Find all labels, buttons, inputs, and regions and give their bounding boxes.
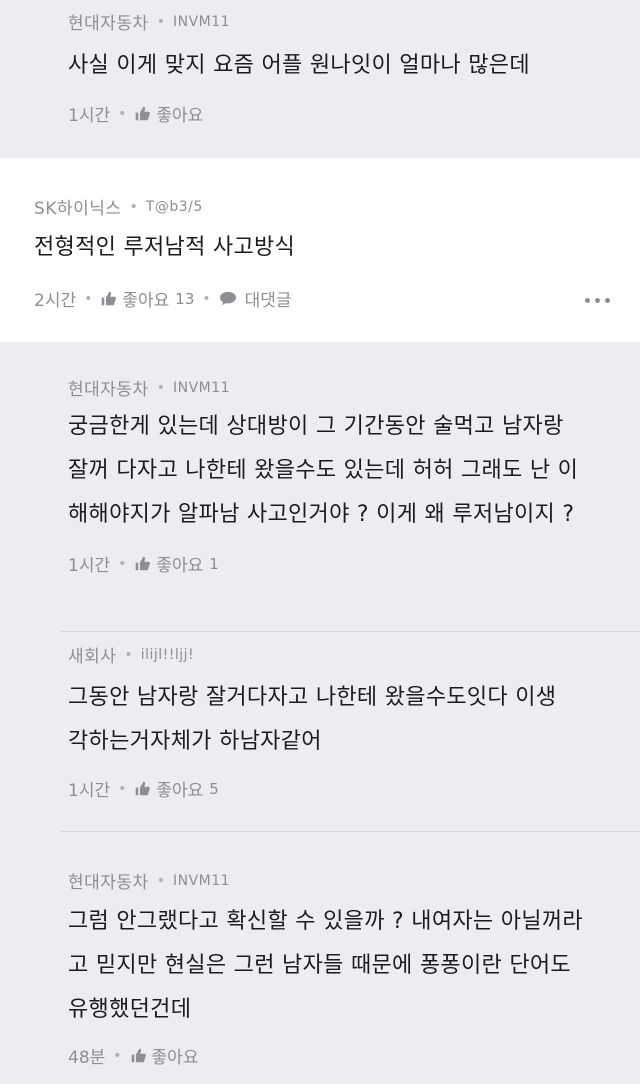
like-button[interactable]: 좋아요 13 — [100, 286, 194, 311]
timestamp: 1시간 — [68, 781, 111, 801]
comment-text: 전형적인 루저남적 사고방식 — [34, 235, 296, 260]
like-button[interactable]: 좋아요 5 — [134, 776, 219, 801]
nickname[interactable]: INVM11 — [173, 380, 230, 396]
company-name[interactable]: 현대자동차 — [68, 868, 149, 893]
like-label: 좋아요 — [151, 1048, 199, 1068]
like-button[interactable]: 좋아요 1 — [134, 551, 219, 576]
like-button[interactable]: 좋아요 — [130, 1043, 199, 1068]
company-name[interactable]: SK하이닉스 — [34, 194, 122, 219]
like-button[interactable]: 좋아요 — [134, 101, 203, 126]
like-label: 좋아요 — [122, 291, 170, 311]
like-count: 13 — [175, 289, 195, 308]
nickname[interactable]: ilijl!!ljj! — [141, 647, 194, 663]
like-count: 1 — [209, 554, 219, 573]
thumbs-up-icon — [136, 781, 151, 796]
company-name[interactable]: 현대자동차 — [68, 9, 149, 34]
separator-dot: • — [156, 872, 165, 889]
comment-actions: 1시간 • 좋아요 — [68, 101, 203, 127]
timestamp: 1시간 — [68, 556, 111, 576]
comment-text: 그동안 남자랑 잘거다자고 나한테 왔을수도잇다 이생 각하는거자체가 하남자같… — [68, 685, 557, 754]
like-label: 좋아요 — [156, 556, 204, 576]
comment-meta: SK하이닉스 • T@b3/5 — [34, 194, 203, 220]
comment-text: 궁금한게 있는데 상대방이 그 기간동안 술먹고 남자랑 잘꺼 다자고 나한테 … — [68, 414, 579, 527]
like-label: 좋아요 — [156, 106, 204, 126]
reply-comment: 현대자동차 • INVM11 궁금한게 있는데 상대방이 그 기간동안 술먹고 … — [0, 342, 640, 632]
thumbs-up-icon — [136, 556, 151, 571]
separator-dot: • — [113, 1047, 122, 1064]
comment-meta: 현대자동차 • INVM11 — [68, 868, 230, 894]
comment-actions: 1시간 • 좋아요 5 — [68, 776, 219, 802]
separator-dot: • — [124, 646, 133, 663]
main-comment: SK하이닉스 • T@b3/5 전형적인 루저남적 사고방식 2시간 • 좋아요… — [0, 158, 640, 342]
reply-button[interactable]: 대댓글 — [219, 286, 292, 311]
like-label: 좋아요 — [156, 781, 204, 801]
separator-dot: • — [156, 13, 165, 30]
comment-meta: 현대자동차 • INVM11 — [68, 375, 230, 401]
separator-dot: • — [118, 105, 127, 122]
comment-actions: 1시간 • 좋아요 1 — [68, 551, 219, 577]
reply-label: 대댓글 — [244, 291, 292, 311]
comment-meta: 현대자동차 • INVM11 — [68, 9, 230, 35]
speech-bubble-icon — [219, 291, 236, 305]
company-name[interactable]: 새회사 — [68, 642, 116, 667]
comment-actions: 48분 • 좋아요 — [68, 1043, 199, 1069]
thumbs-up-icon — [136, 106, 151, 121]
separator-dot: • — [156, 379, 165, 396]
timestamp: 2시간 — [34, 291, 77, 311]
separator-dot: • — [129, 198, 138, 215]
reply-comment: 현대자동차 • INVM11 사실 이게 맞지 요즘 어플 원나잇이 얼마나 많… — [0, 0, 640, 158]
comment-meta: 새회사 • ilijl!!ljj! — [68, 642, 194, 668]
comment-text: 사실 이게 맞지 요즘 어플 원나잇이 얼마나 많은데 — [68, 53, 530, 78]
separator-dot: • — [118, 780, 127, 797]
company-name[interactable]: 현대자동차 — [68, 375, 149, 400]
nickname[interactable]: INVM11 — [173, 14, 230, 30]
separator-dot: • — [84, 290, 93, 307]
reply-comment: 현대자동차 • INVM11 그럼 안그랬다고 확신할 수 있을까 ? 내여자는… — [0, 832, 640, 1084]
reply-comment: 새회사 • ilijl!!ljj! 그동안 남자랑 잘거다자고 나한테 왔을수도… — [0, 632, 640, 832]
like-count: 5 — [209, 779, 219, 798]
timestamp: 1시간 — [68, 106, 111, 126]
thumbs-up-icon — [102, 291, 117, 306]
timestamp: 48분 — [68, 1048, 106, 1068]
nickname[interactable]: INVM11 — [173, 873, 230, 889]
separator-dot: • — [118, 555, 127, 572]
separator-dot: • — [202, 290, 211, 307]
more-dots-icon[interactable] — [585, 298, 610, 303]
comment-text: 그럼 안그랬다고 확신할 수 있을까 ? 내여자는 아닐꺼라 고 믿지만 현실은… — [68, 909, 583, 1022]
nickname[interactable]: T@b3/5 — [146, 199, 203, 215]
thumbs-up-icon — [131, 1048, 146, 1063]
comment-actions: 2시간 • 좋아요 13 • 대댓글 — [34, 286, 292, 312]
